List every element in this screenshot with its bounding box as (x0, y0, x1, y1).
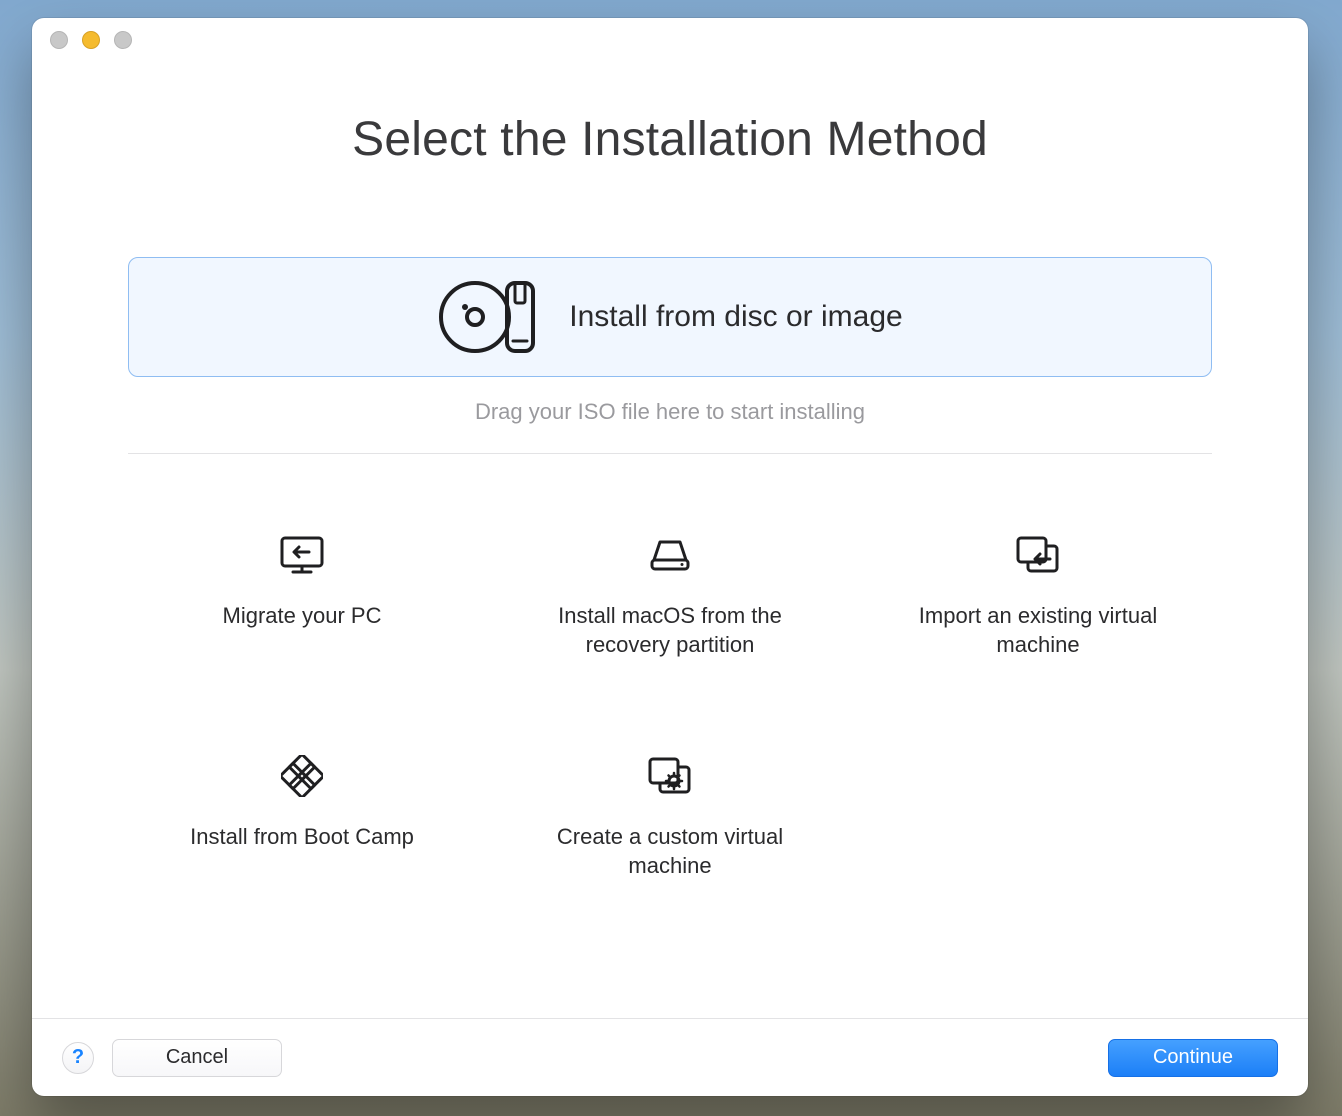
option-import-vm[interactable]: Import an existing virtual machine (864, 524, 1212, 665)
cancel-button[interactable]: Cancel (112, 1039, 282, 1077)
migrate-pc-icon (279, 530, 325, 580)
help-button[interactable]: ? (62, 1042, 94, 1074)
window-controls (50, 31, 132, 49)
divider (128, 453, 1212, 454)
custom-vm-icon (646, 751, 694, 801)
continue-button[interactable]: Continue (1108, 1039, 1278, 1077)
option-install-macos-recovery[interactable]: Install macOS from the recovery partitio… (496, 524, 844, 665)
minimize-window-button[interactable] (82, 31, 100, 49)
bootcamp-icon (281, 751, 323, 801)
installer-window: Select the Installation Method Install f… (32, 18, 1308, 1096)
option-install-bootcamp[interactable]: Install from Boot Camp (128, 745, 476, 886)
drag-hint: Drag your ISO file here to start install… (475, 399, 865, 425)
page-title: Select the Installation Method (352, 112, 988, 167)
option-install-from-disc-or-image[interactable]: Install from disc or image (128, 257, 1212, 377)
import-vm-icon (1014, 530, 1062, 580)
disc-image-icon (437, 277, 541, 357)
option-label: Import an existing virtual machine (908, 602, 1168, 659)
footer: ? Cancel Continue (32, 1018, 1308, 1096)
option-label: Install macOS from the recovery partitio… (540, 602, 800, 659)
option-create-custom-vm[interactable]: Create a custom virtual machine (496, 745, 844, 886)
option-label: Migrate your PC (223, 602, 382, 631)
close-window-button[interactable] (50, 31, 68, 49)
content-area: Select the Installation Method Install f… (32, 62, 1308, 1018)
titlebar (32, 18, 1308, 62)
zoom-window-button[interactable] (114, 31, 132, 49)
option-label: Install from Boot Camp (190, 823, 414, 852)
option-label: Create a custom virtual machine (540, 823, 800, 880)
option-label: Install from disc or image (569, 300, 902, 334)
disk-icon (648, 530, 692, 580)
options-grid: Migrate your PC Install macOS from the r… (128, 524, 1212, 886)
option-migrate-pc[interactable]: Migrate your PC (128, 524, 476, 665)
